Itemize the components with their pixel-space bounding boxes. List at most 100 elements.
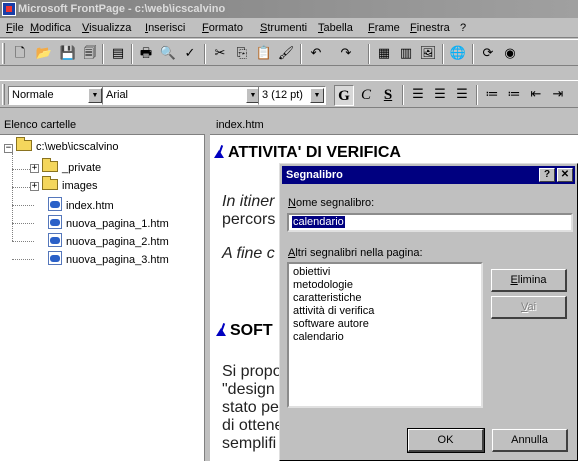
heading-attivita-verifica: ATTIVITA' DI VERIFICA xyxy=(214,144,401,162)
font-size-combo[interactable]: 3 (12 pt) ▼ xyxy=(258,86,326,105)
frontpage-app-icon[interactable] xyxy=(2,2,16,16)
expand-icon[interactable]: + xyxy=(30,164,39,173)
list-item[interactable]: calendario xyxy=(293,331,477,344)
numbered-list-icon[interactable]: ≔ xyxy=(482,85,502,105)
hyperlink-icon[interactable]: 🌐 xyxy=(448,44,468,64)
toolbar-grip[interactable] xyxy=(2,43,5,64)
folder-list-icon[interactable]: ▤ xyxy=(108,44,128,64)
bulleted-list-icon[interactable]: ≔ xyxy=(504,85,524,105)
help-button[interactable]: ? xyxy=(539,168,555,182)
tree-root-folder[interactable]: c:\web\icscalvino xyxy=(16,137,119,155)
web-page-icon xyxy=(48,215,62,229)
goto-button[interactable]: Vai xyxy=(491,296,567,319)
paragraph-line: percors xyxy=(222,211,276,228)
folder-label: images xyxy=(62,180,98,192)
style-combo[interactable]: Normale ▼ xyxy=(8,86,104,105)
italic-button[interactable]: C xyxy=(356,85,376,106)
underline-button[interactable]: S xyxy=(378,85,398,106)
undo-icon[interactable]: ↶ xyxy=(306,44,326,64)
insert-table-icon[interactable]: ▥ xyxy=(396,44,416,64)
menu-inserisci[interactable]: Inserisci xyxy=(145,21,185,35)
menu-modifica[interactable]: Modifica xyxy=(30,21,71,35)
stop-icon[interactable]: ◉ xyxy=(500,44,520,64)
tree-connector xyxy=(12,241,34,242)
delete-button[interactable]: Elimina xyxy=(491,269,567,292)
menu-tabella[interactable]: Tabella xyxy=(318,21,353,35)
toolbar-grip[interactable] xyxy=(2,84,5,105)
folder-label: _private xyxy=(62,162,102,174)
font-size-value: 3 (12 pt) xyxy=(262,89,303,101)
align-center-icon[interactable]: ☰ xyxy=(430,85,450,105)
cut-icon[interactable]: ✂ xyxy=(210,44,230,64)
open-icon[interactable]: 📂 xyxy=(34,44,54,64)
folder-icon xyxy=(42,176,58,190)
tree-connector xyxy=(12,205,34,206)
decrease-indent-icon[interactable]: ⇤ xyxy=(526,85,546,105)
font-combo[interactable]: Arial ▼ xyxy=(102,86,262,105)
menu-file[interactable]: File xyxy=(6,21,24,35)
insert-picture-icon[interactable]: 🖼 xyxy=(418,44,438,64)
menu-help[interactable]: ? xyxy=(460,21,466,35)
bookmark-list[interactable]: obiettivi metodologie caratteristiche at… xyxy=(287,262,483,408)
paragraph-line: A fine c xyxy=(222,245,275,262)
format-painter-icon[interactable]: 🖌 xyxy=(276,44,296,64)
tree-folder-images[interactable]: images xyxy=(42,176,98,194)
tree-file-index[interactable]: index.htm xyxy=(48,197,114,213)
preview-icon[interactable]: 🔍 xyxy=(158,44,178,64)
tree-file-nuova-pagina-3[interactable]: nuova_pagina_3.htm xyxy=(48,251,169,267)
list-item[interactable]: caratteristiche xyxy=(293,292,477,305)
refresh-icon[interactable]: ⟳ xyxy=(478,44,498,64)
font-value: Arial xyxy=(106,89,129,101)
print-icon[interactable]: 🖶 xyxy=(136,44,156,64)
menu-finestra[interactable]: Finestra xyxy=(410,21,450,35)
bookmark-flag-icon[interactable] xyxy=(214,145,227,158)
bookmark-flag-icon[interactable] xyxy=(216,323,229,336)
paragraph-line: semplifi xyxy=(222,435,277,452)
paragraph-line: In itiner xyxy=(222,193,275,210)
close-icon[interactable]: ✕ xyxy=(557,168,573,182)
bold-button[interactable]: G xyxy=(334,85,354,106)
style-value: Normale xyxy=(12,89,54,101)
bookmark-name-field[interactable]: calendario xyxy=(287,213,573,232)
toolbar-separator xyxy=(476,85,478,105)
chevron-down-icon[interactable]: ▼ xyxy=(88,88,102,103)
list-item[interactable]: obiettivi xyxy=(293,266,477,279)
tree-connector xyxy=(12,223,34,224)
web-page-icon xyxy=(48,197,62,211)
save-icon[interactable]: 💾 xyxy=(58,44,78,64)
window-title-bar[interactable]: Microsoft FrontPage - c:\web\icscalvino xyxy=(0,0,578,18)
tree-file-nuova-pagina-2[interactable]: nuova_pagina_2.htm xyxy=(48,233,169,249)
bookmark-name-label: Nome segnalibro: xyxy=(288,197,375,209)
redo-icon[interactable]: ↷ xyxy=(336,44,356,64)
collapse-icon[interactable]: − xyxy=(4,144,13,153)
formatting-toolbar: Normale ▼ Arial ▼ 3 (12 pt) ▼ G C S ☰ ☰ … xyxy=(0,80,578,108)
dialog-title-bar[interactable]: Segnalibro ? ✕ xyxy=(282,166,575,184)
increase-indent-icon[interactable]: ⇥ xyxy=(548,85,568,105)
list-item[interactable]: software autore xyxy=(293,318,477,331)
menu-strumenti[interactable]: Strumenti xyxy=(260,21,307,35)
cancel-button[interactable]: Annulla xyxy=(492,429,568,452)
insert-component-icon[interactable]: ▦ xyxy=(374,44,394,64)
new-page-icon[interactable]: 🗋 xyxy=(10,44,30,64)
tree-connector xyxy=(12,259,34,260)
list-item[interactable]: attività di verifica xyxy=(293,305,477,318)
spelling-icon[interactable]: ✓ xyxy=(180,44,200,64)
align-left-icon[interactable]: ☰ xyxy=(408,85,428,105)
tree-folder-private[interactable]: _private xyxy=(42,158,102,176)
toolbar-separator xyxy=(131,44,133,64)
web-page-icon xyxy=(48,233,62,247)
ok-button[interactable]: OK xyxy=(407,428,485,453)
menu-visualizza[interactable]: Visualizza xyxy=(82,21,131,35)
align-right-icon[interactable]: ☰ xyxy=(452,85,472,105)
menu-frame[interactable]: Frame xyxy=(368,21,400,35)
toolbar-separator xyxy=(368,44,370,64)
copy-icon[interactable]: ⎘ xyxy=(232,44,252,64)
list-item[interactable]: metodologie xyxy=(293,279,477,292)
menu-formato[interactable]: Formato xyxy=(202,21,243,35)
paste-icon[interactable]: 📋 xyxy=(254,44,274,64)
expand-icon[interactable]: + xyxy=(30,182,39,191)
chevron-down-icon[interactable]: ▼ xyxy=(310,88,324,103)
tree-file-nuova-pagina-1[interactable]: nuova_pagina_1.htm xyxy=(48,215,169,231)
editor-tab[interactable]: index.htm xyxy=(210,117,578,135)
publish-icon[interactable]: 🗐 xyxy=(80,44,100,64)
